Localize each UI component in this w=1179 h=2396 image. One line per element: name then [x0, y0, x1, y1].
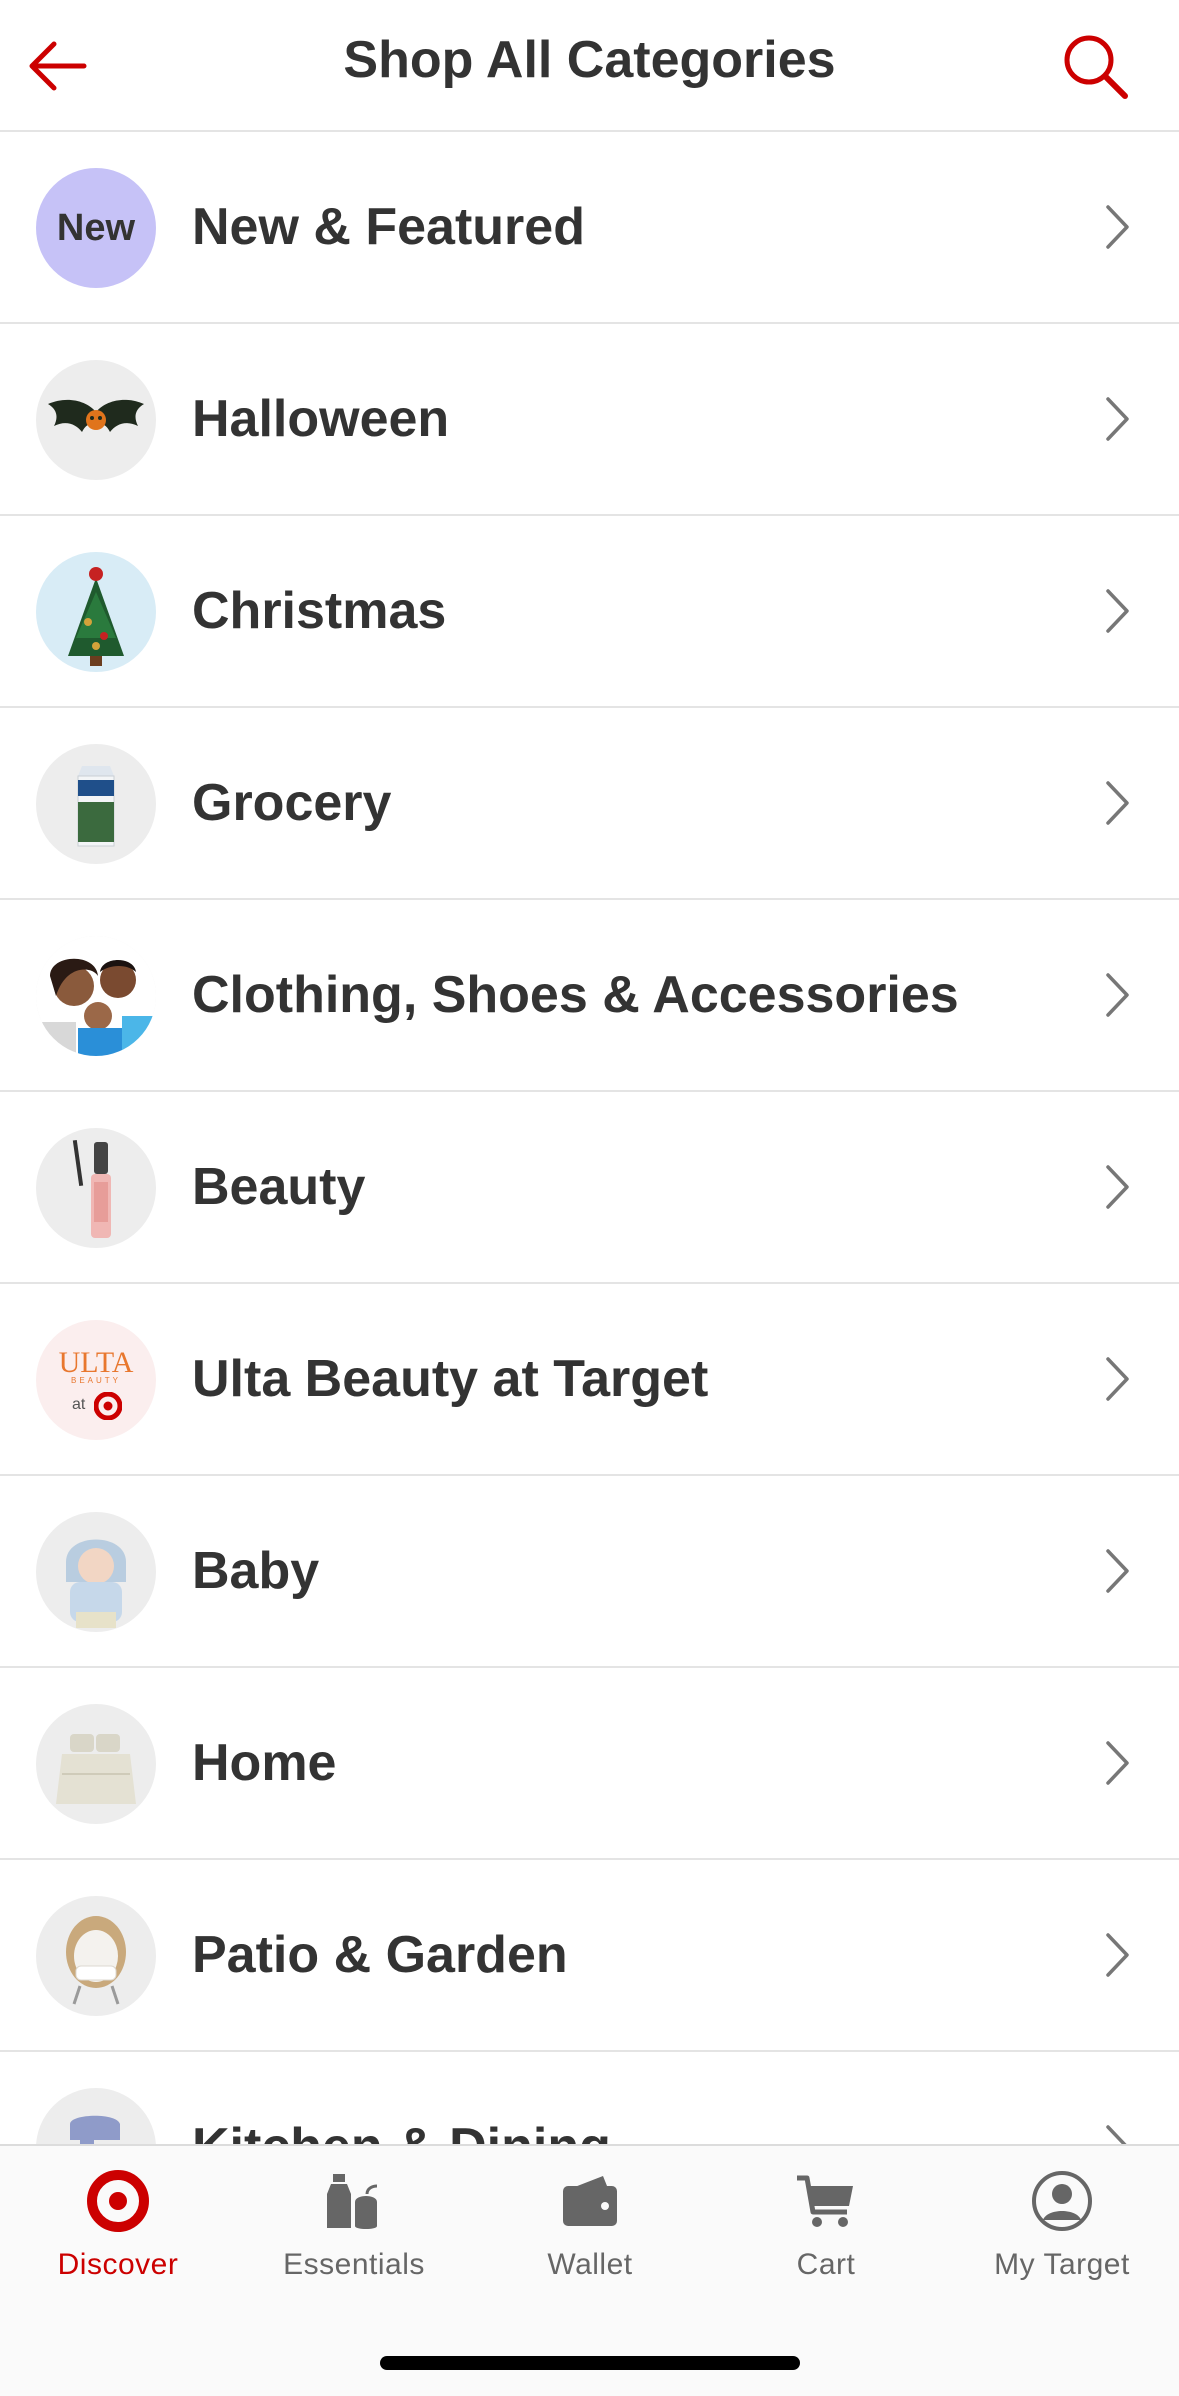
chevron-right-icon — [1106, 781, 1129, 825]
baby-thumbnail — [36, 1512, 156, 1632]
category-label: Patio & Garden — [192, 1926, 568, 1984]
mascara-icon — [72, 1139, 111, 1238]
home-thumbnail — [36, 1704, 156, 1824]
cart-icon — [797, 2175, 853, 2227]
chevron-right-icon — [1106, 1741, 1129, 1785]
category-label: Kitchen & Dining — [192, 2052, 611, 2144]
chevron-right-icon — [1106, 2125, 1127, 2144]
family-photo-icon — [36, 936, 156, 1056]
tab-my-target[interactable]: My Target — [944, 2168, 1179, 2308]
tab-cart[interactable]: Cart — [708, 2168, 944, 2308]
tab-essentials[interactable]: Essentials — [236, 2168, 472, 2308]
home-indicator[interactable] — [380, 2356, 800, 2370]
beauty-thumbnail — [36, 1128, 156, 1248]
category-row-halloween[interactable]: Halloween — [0, 324, 1179, 516]
essentials-icon — [327, 2174, 378, 2229]
category-label: Ulta Beauty at Target — [192, 1350, 709, 1408]
chevron-right-icon — [1106, 1549, 1129, 1593]
category-row-patio-garden[interactable]: Patio & Garden — [0, 1860, 1179, 2052]
ulta-logo-thumbnail: ULTA BEAUTY at — [36, 1320, 156, 1440]
chevron-right-icon — [1106, 1165, 1129, 1209]
category-row-home[interactable]: Home — [0, 1668, 1179, 1860]
search-button[interactable] — [1059, 30, 1131, 102]
chevron-right-icon — [1106, 589, 1129, 633]
category-row-new-featured[interactable]: New New & Featured — [0, 132, 1179, 324]
halloween-thumbnail — [36, 360, 156, 480]
target-logo-icon — [87, 2170, 149, 2232]
christmas-thumbnail — [36, 552, 156, 672]
bat-icon — [48, 399, 144, 432]
tab-discover[interactable]: Discover — [0, 2168, 236, 2308]
category-label: Christmas — [192, 582, 447, 640]
kitchen-thumbnail — [36, 2088, 156, 2144]
clothing-thumbnail — [36, 936, 156, 1056]
category-row-clothing[interactable]: Clothing, Shoes & Accessories — [0, 900, 1179, 1092]
tab-label: Essentials — [283, 2248, 425, 2281]
grocery-thumbnail — [36, 744, 156, 864]
profile-icon — [1032, 2171, 1092, 2231]
chevron-right-icon — [1106, 973, 1129, 1017]
chevron-right-icon — [1106, 1357, 1129, 1401]
category-list: New New & Featured Halloween Christmas G… — [0, 132, 1179, 2144]
category-label: Baby — [192, 1542, 320, 1600]
category-row-ulta[interactable]: ULTA BEAUTY at Ulta Beauty at Target — [0, 1284, 1179, 1476]
new-badge-text: New — [56, 207, 136, 249]
category-label: Clothing, Shoes & Accessories — [192, 966, 959, 1024]
chevron-right-icon — [1106, 205, 1129, 249]
category-row-baby[interactable]: Baby — [0, 1476, 1179, 1668]
target-logo-icon — [94, 1392, 122, 1420]
christmas-tree-icon — [68, 567, 124, 666]
stand-mixer-icon — [70, 2115, 120, 2144]
category-row-beauty[interactable]: Beauty — [0, 1092, 1179, 1284]
search-icon — [1064, 35, 1128, 99]
ulta-logo-subtext: BEAUTY — [70, 1376, 121, 1385]
egg-chair-icon — [66, 1916, 126, 2005]
chevron-right-icon — [1106, 397, 1129, 441]
page-title: Shop All Categories — [343, 31, 836, 89]
category-row-kitchen-dining[interactable]: Kitchen & Dining — [0, 2052, 1179, 2144]
category-label: Halloween — [192, 390, 450, 448]
category-row-christmas[interactable]: Christmas — [0, 516, 1179, 708]
tab-label: Cart — [796, 2248, 856, 2281]
ulta-at-text: at — [72, 1396, 86, 1413]
chevron-right-icon — [1106, 1933, 1129, 1977]
category-label: Beauty — [192, 1158, 366, 1216]
tab-wallet[interactable]: Wallet — [472, 2168, 708, 2308]
tab-label: Wallet — [547, 2248, 633, 2281]
bed-icon — [56, 1734, 136, 1804]
patio-thumbnail — [36, 1896, 156, 2016]
category-label: Home — [192, 1734, 337, 1792]
ulta-logo-text: ULTA — [58, 1346, 134, 1379]
milk-carton-icon — [77, 766, 115, 847]
new-badge-thumbnail: New — [36, 168, 156, 288]
category-label: Grocery — [192, 774, 392, 832]
top-nav-bar: Shop All Categories — [0, 0, 1179, 132]
wallet-icon — [563, 2176, 617, 2226]
category-label: New & Featured — [192, 198, 585, 256]
tab-label: My Target — [994, 2248, 1130, 2281]
baby-photo-icon — [66, 1539, 126, 1628]
tab-label: Discover — [57, 2248, 179, 2281]
category-row-grocery[interactable]: Grocery — [0, 708, 1179, 900]
